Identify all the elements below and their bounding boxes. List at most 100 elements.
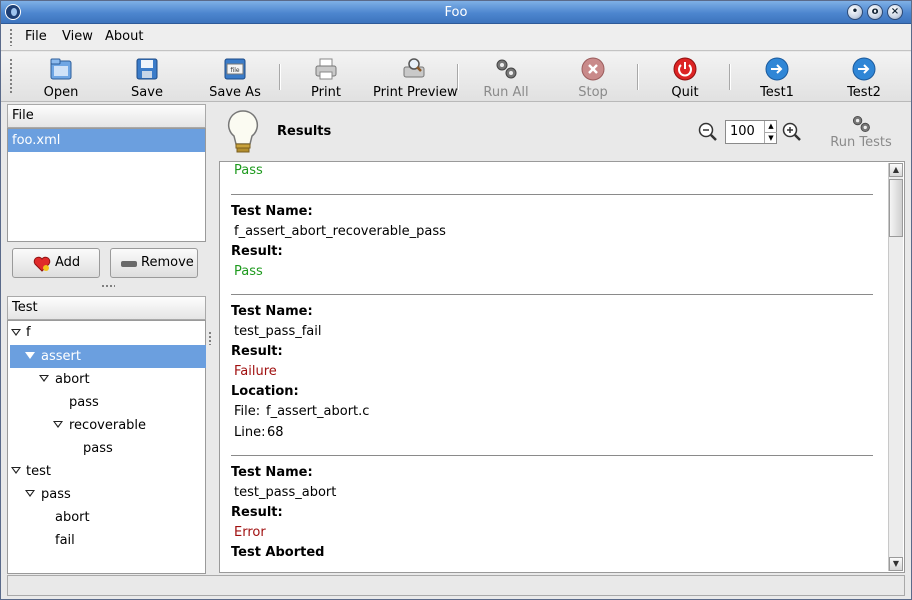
stop-button[interactable]: Stop	[573, 54, 613, 100]
status-bar	[7, 575, 905, 596]
test-name-value: f_assert_abort_recoverable_pass	[234, 224, 446, 239]
scroll-down-icon[interactable]: ▼	[889, 557, 903, 571]
print-button[interactable]: Print	[306, 54, 346, 100]
menu-bar: File View About	[1, 24, 911, 51]
file-label: File:	[234, 404, 261, 419]
toolbar-separator	[637, 64, 639, 90]
folder-open-icon	[50, 58, 72, 80]
result-divider	[231, 294, 873, 295]
quit-button[interactable]: Quit	[665, 54, 705, 100]
tree-node-abort[interactable]: abort	[55, 506, 90, 529]
test-header-label: Test	[12, 300, 38, 315]
minus-icon	[121, 261, 137, 267]
result-value: Error	[234, 525, 266, 540]
zoom-out-icon[interactable]	[698, 122, 718, 142]
results-header-bar: Results	[219, 104, 909, 160]
tree-node-abort[interactable]: abort	[55, 368, 90, 391]
add-button[interactable]: Add	[12, 248, 100, 278]
test-aborted-note: Test Aborted	[231, 545, 325, 560]
horizontal-splitter-handle[interactable]	[101, 284, 115, 288]
result-divider	[231, 455, 873, 456]
file-value: f_assert_abort.c	[266, 404, 370, 419]
scroll-thumb[interactable]	[889, 179, 903, 237]
stop-label: Stop	[578, 85, 608, 100]
save-as-label: Save As	[209, 85, 261, 100]
expand-triangle-icon[interactable]	[25, 490, 35, 497]
tree-node-test[interactable]: test	[26, 460, 51, 483]
gears-icon	[852, 115, 870, 133]
svg-text:file: file	[230, 67, 239, 74]
remove-button[interactable]: Remove	[110, 248, 198, 278]
test2-label: Test2	[847, 85, 881, 100]
run-tests-button[interactable]: Run Tests	[827, 113, 895, 153]
spin-down-icon[interactable]: ▼	[764, 132, 777, 143]
open-label: Open	[43, 85, 79, 100]
remove-label: Remove	[141, 255, 194, 270]
result-value: Failure	[234, 364, 277, 379]
spin-up-icon[interactable]: ▲	[764, 121, 777, 132]
file-column-header[interactable]: File	[7, 104, 206, 128]
menubar-grip[interactable]	[9, 28, 13, 46]
toolbar-separator	[457, 64, 459, 90]
vertical-splitter-handle[interactable]	[208, 331, 212, 345]
toolbar-separator	[279, 64, 281, 90]
file-list[interactable]: foo.xml	[7, 128, 206, 242]
results-scrollbar[interactable]: ▲ ▼	[888, 163, 903, 571]
test1-label: Test1	[760, 85, 794, 100]
print-preview-label: Print Preview	[373, 85, 458, 100]
maximize-icon[interactable]: o	[867, 4, 883, 20]
lightbulb-icon	[227, 110, 259, 153]
test-name-label: Test Name:	[231, 465, 313, 480]
tree-node-recoverable[interactable]: recoverable	[69, 414, 146, 437]
print-preview-icon	[403, 58, 425, 78]
test2-button[interactable]: Test2	[843, 54, 885, 100]
menu-view[interactable]: View	[62, 29, 93, 44]
add-label: Add	[55, 255, 81, 270]
file-list-item[interactable]: foo.xml	[8, 129, 205, 152]
tree-node-f[interactable]: f	[26, 321, 31, 344]
tree-node-pass[interactable]: pass	[83, 437, 113, 460]
open-button[interactable]: Open	[41, 54, 81, 100]
floppy-icon	[136, 58, 158, 80]
menu-about[interactable]: About	[105, 29, 143, 44]
print-label: Print	[311, 85, 341, 100]
save-label: Save	[131, 85, 163, 100]
tree-node-pass[interactable]: pass	[41, 483, 71, 506]
print-preview-button[interactable]: Print Preview	[373, 54, 458, 100]
tree-node-assert[interactable]: assert	[41, 345, 81, 368]
toolbar-grip[interactable]	[9, 58, 13, 94]
expand-triangle-icon[interactable]	[39, 375, 49, 382]
results-view[interactable]: Pass Test Name: f_assert_abort_recoverab…	[219, 161, 905, 573]
heart-add-icon	[33, 256, 51, 272]
run-all-button[interactable]: Run All	[483, 54, 529, 100]
title-bar: Foo • o ×	[1, 1, 911, 24]
zoom-spinbox[interactable]: 100 ▲ ▼	[725, 120, 777, 144]
arrow-right-icon	[852, 57, 876, 81]
expand-triangle-icon[interactable]	[25, 352, 35, 359]
results-title: Results	[277, 124, 332, 139]
save-button[interactable]: Save	[127, 54, 167, 100]
tree-node-fail[interactable]: fail	[55, 529, 75, 552]
menu-file[interactable]: File	[25, 29, 47, 44]
test1-button[interactable]: Test1	[756, 54, 798, 100]
scroll-up-icon[interactable]: ▲	[889, 163, 903, 177]
run-all-label: Run All	[483, 85, 529, 100]
zoom-in-icon[interactable]	[782, 122, 802, 142]
minimize-icon[interactable]: •	[847, 4, 863, 20]
save-as-button[interactable]: file Save As	[207, 54, 263, 100]
test-column-header[interactable]: Test	[7, 296, 206, 320]
app-icon[interactable]	[5, 4, 21, 20]
tree-node-pass[interactable]: pass	[69, 391, 99, 414]
result-value: Pass	[234, 264, 263, 279]
tree-selection-highlight	[10, 345, 206, 368]
expand-triangle-icon[interactable]	[11, 329, 21, 336]
line-value: 68	[267, 425, 284, 440]
zoom-value: 100	[730, 124, 755, 139]
result-label: Result:	[231, 344, 283, 359]
toolbar: Open Save file Save As Print Print Previ…	[1, 52, 911, 102]
expand-triangle-icon[interactable]	[11, 467, 21, 474]
close-icon[interactable]: ×	[887, 4, 903, 20]
expand-triangle-icon[interactable]	[53, 421, 63, 428]
test-name-label: Test Name:	[231, 304, 313, 319]
result-divider	[231, 194, 873, 195]
